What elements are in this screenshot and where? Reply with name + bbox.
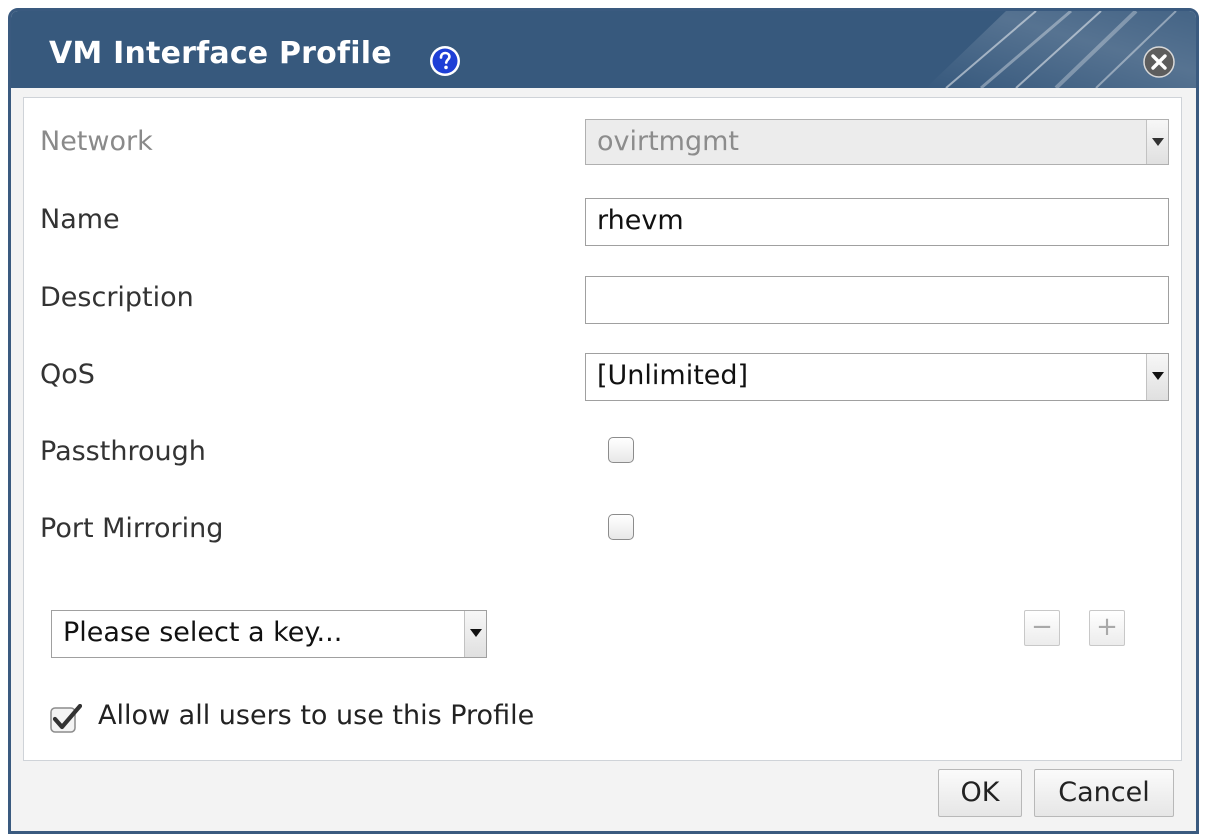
network-value: ovirtmgmt [597, 126, 740, 157]
ok-button-label: OK [960, 777, 1000, 808]
custom-property-key-select[interactable]: Please select a key... [51, 610, 487, 658]
form-panel: Network ovirtmgmt Name rhevm Description… [23, 97, 1182, 761]
minus-icon: − [1031, 612, 1053, 642]
qos-value: [Unlimited] [597, 360, 749, 391]
description-label: Description [40, 282, 194, 313]
network-label: Network [40, 126, 153, 157]
dialog-title: VM Interface Profile [49, 36, 392, 71]
chevron-down-icon [464, 611, 486, 657]
network-select: ovirtmgmt [585, 119, 1169, 165]
plus-icon: + [1096, 612, 1118, 642]
help-icon[interactable] [429, 45, 461, 77]
allow-all-users-label: Allow all users to use this Profile [98, 700, 535, 731]
port-mirroring-checkbox[interactable] [608, 514, 634, 540]
name-value: rhevm [597, 205, 684, 236]
chevron-down-icon [1146, 354, 1168, 400]
remove-property-button[interactable]: − [1024, 610, 1060, 646]
close-icon[interactable] [1142, 45, 1176, 79]
vm-interface-profile-dialog: VM Interface Profile Network ovirtmgmt N… [8, 8, 1199, 834]
add-property-button[interactable]: + [1089, 610, 1125, 646]
passthrough-checkbox[interactable] [608, 437, 634, 463]
cancel-button-label: Cancel [1058, 777, 1150, 808]
port-mirroring-label: Port Mirroring [40, 513, 224, 544]
qos-select[interactable]: [Unlimited] [585, 353, 1169, 401]
passthrough-label: Passthrough [40, 436, 206, 467]
checkmark-icon[interactable] [50, 704, 82, 734]
custom-property-key-placeholder: Please select a key... [63, 617, 343, 648]
chevron-down-icon [1146, 120, 1168, 164]
name-label: Name [40, 204, 120, 235]
cancel-button[interactable]: Cancel [1034, 769, 1174, 817]
ok-button[interactable]: OK [938, 769, 1022, 817]
dialog-titlebar: VM Interface Profile [11, 11, 1196, 88]
description-field[interactable] [585, 276, 1169, 324]
qos-label: QoS [40, 359, 95, 390]
name-field[interactable]: rhevm [585, 198, 1169, 246]
